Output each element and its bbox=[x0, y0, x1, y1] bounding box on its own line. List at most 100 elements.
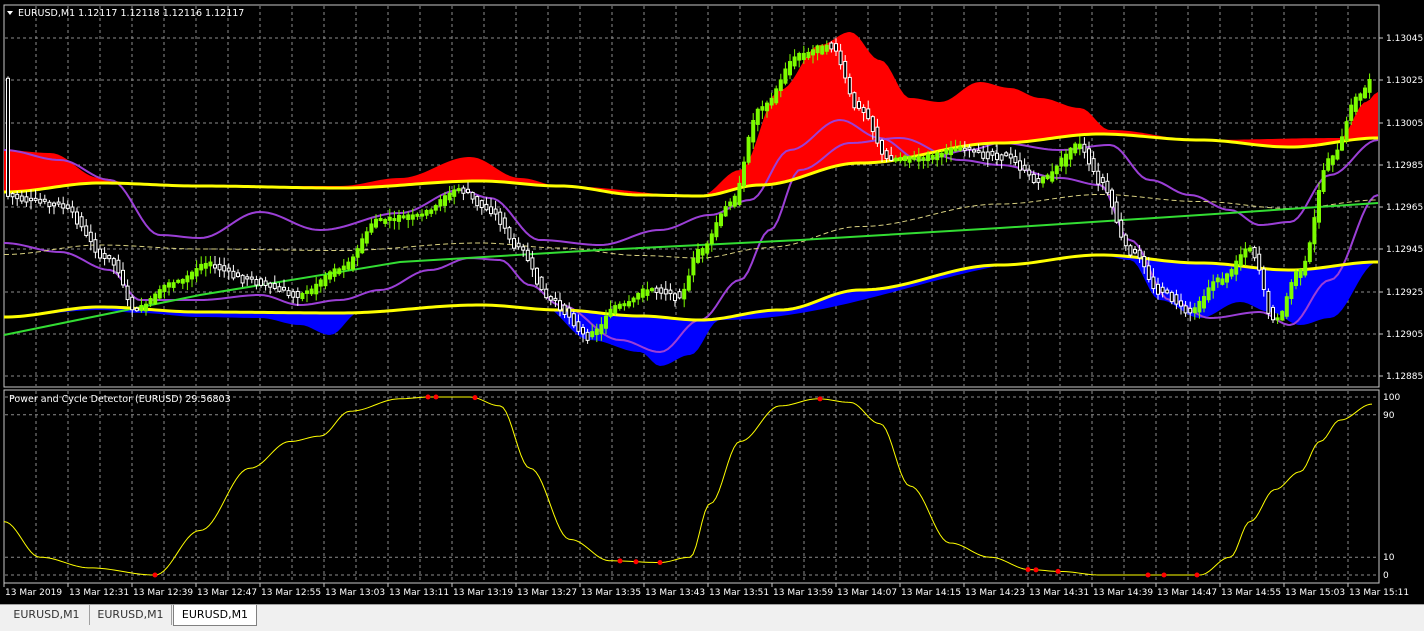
candle-body bbox=[1156, 283, 1160, 295]
candle-body bbox=[645, 289, 650, 296]
candle-body bbox=[33, 197, 38, 201]
time-label: 13 Mar 13:19 bbox=[453, 588, 513, 598]
candle-body bbox=[1280, 310, 1285, 321]
candle-body bbox=[199, 263, 204, 271]
candle-body bbox=[125, 285, 130, 301]
candle-body bbox=[470, 191, 475, 200]
candle-body bbox=[1004, 152, 1009, 157]
candle-body bbox=[130, 296, 135, 311]
candle-body bbox=[622, 303, 627, 307]
cycle-marker-dot bbox=[1033, 567, 1039, 573]
candle-body bbox=[447, 192, 452, 201]
candle-body bbox=[663, 288, 668, 295]
indicator-pane-frame bbox=[3, 389, 1380, 584]
candle-body bbox=[746, 136, 751, 163]
cycle-marker-dot bbox=[433, 394, 439, 400]
candle-body bbox=[1142, 256, 1147, 268]
candle-body bbox=[47, 201, 52, 207]
candle-body bbox=[507, 227, 512, 240]
candle-body bbox=[544, 288, 549, 299]
candle-body bbox=[203, 262, 208, 269]
candle-body bbox=[1266, 290, 1271, 314]
candle-body bbox=[1160, 286, 1165, 293]
candle-body bbox=[581, 326, 585, 335]
cycle-line bbox=[3, 396, 1373, 576]
candle-body bbox=[410, 214, 415, 220]
candle-body bbox=[309, 288, 314, 295]
candle-body bbox=[360, 238, 365, 254]
indicator-header: Power and Cycle Detector (EURUSD) 29.568… bbox=[9, 394, 231, 405]
price-label: 1.13005 bbox=[1386, 119, 1423, 129]
candle-body bbox=[475, 196, 480, 207]
candle-body bbox=[972, 149, 976, 153]
candle-body bbox=[926, 154, 930, 162]
candle-body bbox=[1321, 170, 1326, 192]
candle-body bbox=[1050, 171, 1055, 182]
candle-body bbox=[1105, 180, 1110, 194]
candle-body bbox=[1133, 249, 1137, 254]
candle-body bbox=[829, 42, 834, 50]
chart-tab-3-active[interactable]: EURUSD,M1 bbox=[173, 605, 257, 626]
candle-body bbox=[144, 303, 148, 312]
candle-body bbox=[1202, 296, 1206, 309]
candle-body bbox=[61, 203, 66, 209]
candle-body bbox=[893, 157, 898, 162]
candle-body bbox=[29, 197, 33, 202]
candle-body bbox=[548, 296, 553, 301]
candle-body bbox=[535, 267, 539, 285]
candle-body bbox=[1022, 164, 1027, 171]
candle-body bbox=[668, 289, 673, 295]
time-label: 13 Mar 2019 bbox=[5, 588, 62, 598]
candle-body bbox=[617, 303, 622, 309]
cycle-marker-dot bbox=[1025, 567, 1031, 573]
candle-body bbox=[502, 217, 507, 229]
candle-body bbox=[604, 315, 608, 329]
candle-body bbox=[328, 271, 332, 280]
candle-body bbox=[852, 92, 857, 109]
time-label: 13 Mar 12:47 bbox=[197, 588, 257, 598]
candle-body bbox=[84, 225, 89, 236]
candle-body bbox=[516, 242, 521, 248]
candle-body bbox=[98, 248, 102, 259]
time-label: 13 Mar 13:35 bbox=[581, 588, 641, 598]
candle-body bbox=[558, 300, 562, 311]
cycle-marker-dot bbox=[472, 395, 478, 401]
candle-body bbox=[1225, 273, 1229, 283]
candle-body bbox=[167, 282, 171, 288]
candle-body bbox=[406, 214, 411, 220]
candle-body bbox=[1068, 147, 1073, 160]
main-chart-header: EURUSD,M1 1.12117 1.12118 1.12116 1.1211… bbox=[18, 8, 244, 19]
candle-body bbox=[93, 239, 98, 253]
candle-body bbox=[314, 283, 319, 295]
indicator-axis: 10090100 bbox=[1383, 393, 1400, 581]
candle-body bbox=[236, 272, 240, 278]
chart-tab-2[interactable]: EURUSD,M1 bbox=[90, 605, 172, 625]
candle-body bbox=[259, 278, 263, 286]
candle-body bbox=[401, 215, 406, 219]
dropdown-triangle-icon[interactable] bbox=[7, 11, 13, 15]
candle-body bbox=[498, 211, 503, 225]
chart-window[interactable]: EURUSD,M1 1.12117 1.12118 1.12116 1.1211… bbox=[0, 0, 1424, 604]
candle-body bbox=[1340, 136, 1344, 151]
candle-body bbox=[1031, 173, 1036, 183]
price-label: 1.12905 bbox=[1386, 330, 1423, 340]
candle-body bbox=[636, 293, 641, 300]
chart-tab-1[interactable]: EURUSD,M1 bbox=[4, 605, 90, 625]
candle-body bbox=[277, 286, 282, 292]
candle-body bbox=[1289, 282, 1294, 299]
chart-canvas[interactable]: EURUSD,M1 1.12117 1.12118 1.12116 1.1211… bbox=[0, 0, 1424, 604]
candle-body bbox=[1358, 93, 1363, 101]
candle-body bbox=[489, 206, 493, 215]
candle-body bbox=[254, 279, 259, 286]
candle-body bbox=[1271, 306, 1275, 321]
candle-body bbox=[824, 44, 829, 52]
candle-body bbox=[1128, 245, 1133, 256]
candle-body bbox=[935, 152, 940, 161]
candle-body bbox=[857, 101, 861, 109]
candle-body bbox=[774, 88, 779, 104]
candle-body bbox=[176, 279, 181, 283]
candle-body bbox=[1008, 153, 1013, 159]
candle-body bbox=[153, 293, 158, 305]
candle-body bbox=[903, 155, 907, 162]
candle-body bbox=[640, 288, 645, 298]
